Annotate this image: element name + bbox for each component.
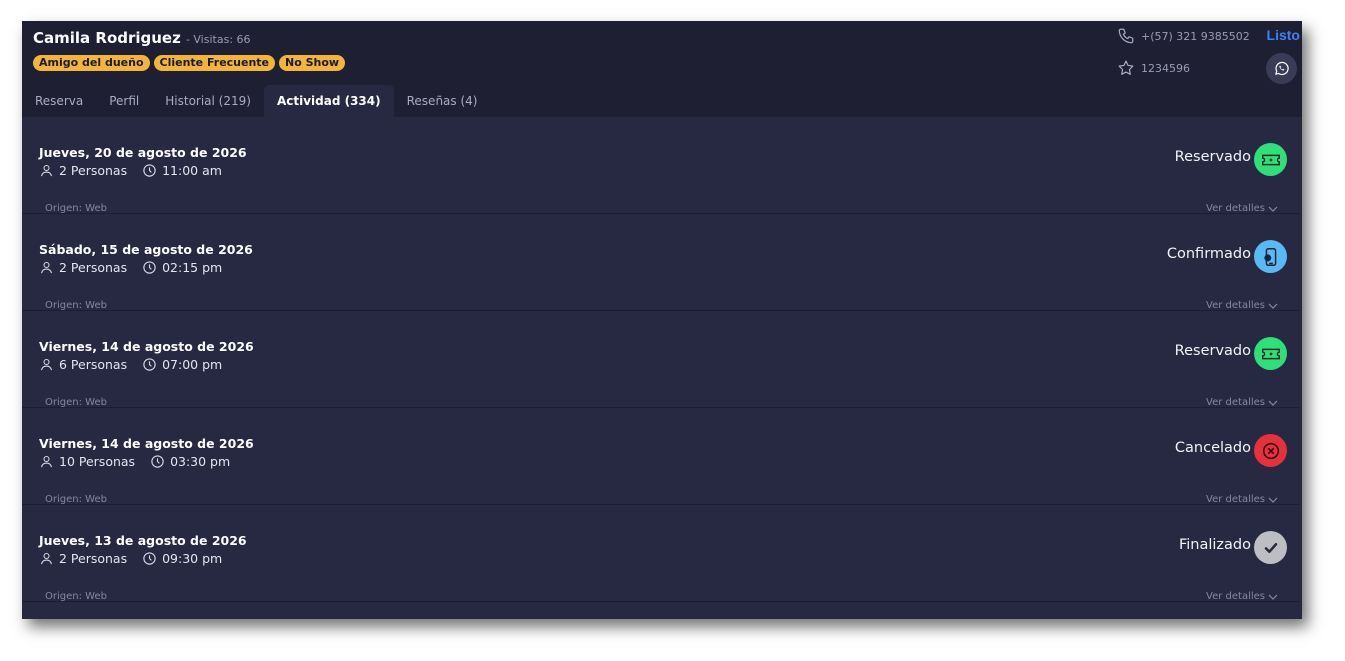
- check-icon: [1254, 531, 1287, 564]
- party-size: 2 Personas: [59, 260, 128, 275]
- person-icon: [40, 552, 53, 565]
- phone-number: +(57) 321 9385502: [1141, 29, 1250, 43]
- client-tag: Cliente Frecuente: [153, 55, 276, 71]
- tab-actividad[interactable]: Actividad (334): [263, 85, 394, 117]
- client-name-line: Camila Rodriguez - Visitas: 66: [33, 28, 251, 47]
- activity-list: Jueves, 20 de agosto de 2026 2 Personas …: [22, 117, 1299, 602]
- tab-historial[interactable]: Historial (219): [152, 85, 264, 117]
- clock-icon: [143, 164, 156, 177]
- cancel-icon: [1254, 434, 1287, 467]
- view-details-label: Ver detalles: [1206, 397, 1265, 408]
- party-size: 2 Personas: [59, 163, 128, 178]
- view-details-label: Ver detalles: [1206, 494, 1265, 505]
- activity-card[interactable]: Jueves, 20 de agosto de 2026 2 Personas …: [22, 117, 1299, 214]
- phone-contact[interactable]: +(57) 321 9385502: [1117, 27, 1250, 45]
- origin-label: Origen: Web: [45, 494, 107, 505]
- status-label: Confirmado: [1166, 246, 1251, 262]
- status-label: Reservado: [1174, 343, 1251, 359]
- activity-meta: 10 Personas 03:30 pm: [39, 454, 245, 469]
- activity-date: Viernes, 14 de agosto de 2026: [39, 339, 254, 354]
- reservation-time: 09:30 pm: [162, 551, 223, 566]
- chevron-down-icon: [1268, 497, 1278, 503]
- reservation-time: 07:00 pm: [162, 357, 223, 372]
- activity-meta: 2 Personas 09:30 pm: [39, 551, 237, 566]
- origin-label: Origen: Web: [45, 397, 107, 408]
- visit-count: - Visitas: 66: [185, 33, 251, 46]
- reservation-time: 02:15 pm: [162, 260, 223, 275]
- star-icon: [1118, 60, 1134, 75]
- view-details-label: Ver detalles: [1206, 203, 1265, 214]
- party-size: 10 Personas: [59, 454, 136, 469]
- clock-icon: [143, 552, 156, 565]
- phone-confirm-icon: [1254, 240, 1287, 273]
- whatsapp-button[interactable]: [1266, 53, 1297, 84]
- member-id-value: 1234596: [1141, 61, 1190, 75]
- client-tags: Amigo del dueño Cliente Frecuente No Sho…: [33, 55, 346, 71]
- tab-perfil[interactable]: Perfil: [96, 85, 152, 117]
- ticket-icon: [1254, 143, 1287, 176]
- status-label: Finalizado: [1178, 537, 1251, 553]
- view-details-link[interactable]: Ver detalles: [1206, 494, 1278, 505]
- activity-card[interactable]: Jueves, 13 de agosto de 2026 2 Personas …: [22, 505, 1299, 602]
- view-details-label: Ver detalles: [1206, 591, 1265, 602]
- phone-icon: [1118, 28, 1134, 44]
- view-details-link[interactable]: Ver detalles: [1206, 591, 1278, 602]
- origin-label: Origen: Web: [45, 203, 107, 214]
- origin-label: Origen: Web: [45, 591, 107, 602]
- client-header: Camila Rodriguez - Visitas: 66 Amigo del…: [22, 21, 1302, 117]
- view-details-link[interactable]: Ver detalles: [1206, 203, 1278, 214]
- tab-reserva[interactable]: Reserva: [22, 85, 96, 117]
- clock-icon: [143, 358, 156, 371]
- whatsapp-icon: [1275, 61, 1289, 76]
- status-label: Reservado: [1174, 149, 1251, 165]
- party-size: 2 Personas: [59, 551, 128, 566]
- activity-meta: 2 Personas 11:00 am: [39, 163, 237, 178]
- chevron-down-icon: [1268, 400, 1278, 406]
- client-panel: Camila Rodriguez - Visitas: 66 Amigo del…: [22, 21, 1302, 619]
- activity-date: Jueves, 20 de agosto de 2026: [39, 145, 247, 160]
- activity-card[interactable]: Viernes, 14 de agosto de 2026 10 Persona…: [22, 408, 1299, 505]
- clock-icon: [151, 455, 164, 468]
- activity-meta: 6 Personas 07:00 pm: [39, 357, 237, 372]
- person-icon: [40, 358, 53, 371]
- client-tag: No Show: [279, 55, 346, 71]
- party-size: 6 Personas: [59, 357, 128, 372]
- activity-meta: 2 Personas 02:15 pm: [39, 260, 237, 275]
- reservation-time: 03:30 pm: [170, 454, 231, 469]
- activity-card[interactable]: Viernes, 14 de agosto de 2026 6 Personas…: [22, 311, 1299, 408]
- reservation-time: 11:00 am: [162, 163, 222, 178]
- view-details-link[interactable]: Ver detalles: [1206, 300, 1278, 311]
- person-icon: [40, 455, 53, 468]
- chevron-down-icon: [1268, 303, 1278, 309]
- person-icon: [40, 261, 53, 274]
- activity-date: Jueves, 13 de agosto de 2026: [39, 533, 247, 548]
- client-name: Camila Rodriguez: [33, 29, 181, 47]
- activity-card[interactable]: Sábado, 15 de agosto de 2026 2 Personas …: [22, 214, 1299, 311]
- client-tag: Amigo del dueño: [33, 55, 150, 71]
- person-icon: [40, 164, 53, 177]
- view-details-label: Ver detalles: [1206, 300, 1265, 311]
- status-label: Cancelado: [1174, 440, 1251, 456]
- done-button[interactable]: Listo: [1267, 27, 1300, 43]
- chevron-down-icon: [1268, 206, 1278, 212]
- clock-icon: [143, 261, 156, 274]
- activity-date: Viernes, 14 de agosto de 2026: [39, 436, 254, 451]
- tab-bar: Reserva Perfil Historial (219) Actividad…: [22, 85, 490, 117]
- chevron-down-icon: [1268, 594, 1278, 600]
- view-details-link[interactable]: Ver detalles: [1206, 397, 1278, 408]
- origin-label: Origen: Web: [45, 300, 107, 311]
- activity-date: Sábado, 15 de agosto de 2026: [39, 242, 253, 257]
- member-id: 1234596: [1117, 59, 1190, 77]
- ticket-icon: [1254, 337, 1287, 370]
- tab-resenas[interactable]: Reseñas (4): [394, 85, 491, 117]
